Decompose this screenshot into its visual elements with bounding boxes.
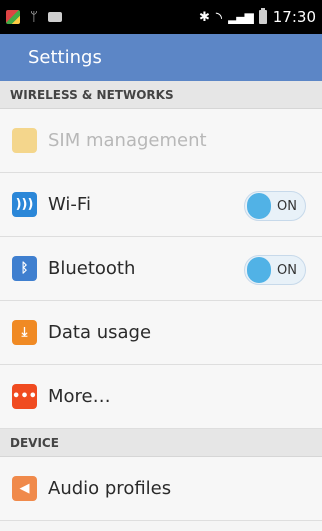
item-label: Wi-Fi [48, 194, 91, 215]
bluetooth-icon: ᛒ [12, 256, 37, 281]
page-title: Settings [28, 47, 102, 68]
wifi-icon: ))) [12, 192, 37, 217]
usb-icon: ᛘ [30, 9, 38, 25]
section-title: DEVICE [10, 435, 59, 450]
message-icon [47, 12, 62, 22]
toggle-knob [247, 193, 271, 219]
app-notification-icon [6, 10, 20, 24]
more-icon: ••• [12, 384, 37, 409]
settings-item-audio-profiles[interactable]: ◀ Audio profiles [0, 457, 322, 521]
settings-item-more[interactable]: ••• More… [0, 365, 322, 429]
sim-card-icon [12, 128, 37, 153]
toggle-knob [247, 257, 271, 283]
clock: 17:30 [272, 8, 316, 26]
item-label: Data usage [48, 322, 152, 343]
data-usage-icon: ⤓ [12, 320, 37, 345]
wifi-status-icon: ◝ [215, 7, 223, 27]
item-label: SIM management [48, 130, 207, 151]
app-header: Settings [0, 34, 322, 81]
item-label: Bluetooth [48, 258, 136, 279]
bluetooth-status-icon: ✱ [198, 9, 210, 25]
section-title: WIRELESS & NETWORKS [10, 87, 174, 102]
status-bar: ᛘ ✱ ◝ ▂▄▆ 17:30 [0, 0, 322, 34]
toggle-label: ON [277, 262, 297, 278]
signal-icon: ▂▄▆ [228, 10, 254, 24]
wifi-toggle[interactable]: ON [244, 191, 306, 221]
section-device: DEVICE [0, 429, 322, 457]
audio-profiles-icon: ◀ [12, 476, 37, 501]
settings-item-wifi[interactable]: ))) Wi-Fi ON [0, 173, 322, 237]
toggle-label: ON [277, 198, 297, 214]
item-label: More… [48, 386, 111, 407]
settings-item-data-usage[interactable]: ⤓ Data usage [0, 301, 322, 365]
settings-item-sim-management[interactable]: SIM management [0, 109, 322, 173]
battery-icon [258, 8, 267, 24]
settings-item-bluetooth[interactable]: ᛒ Bluetooth ON [0, 237, 322, 301]
item-label: Audio profiles [48, 478, 172, 499]
bluetooth-toggle[interactable]: ON [244, 255, 306, 285]
section-wireless-networks: WIRELESS & NETWORKS [0, 81, 322, 109]
